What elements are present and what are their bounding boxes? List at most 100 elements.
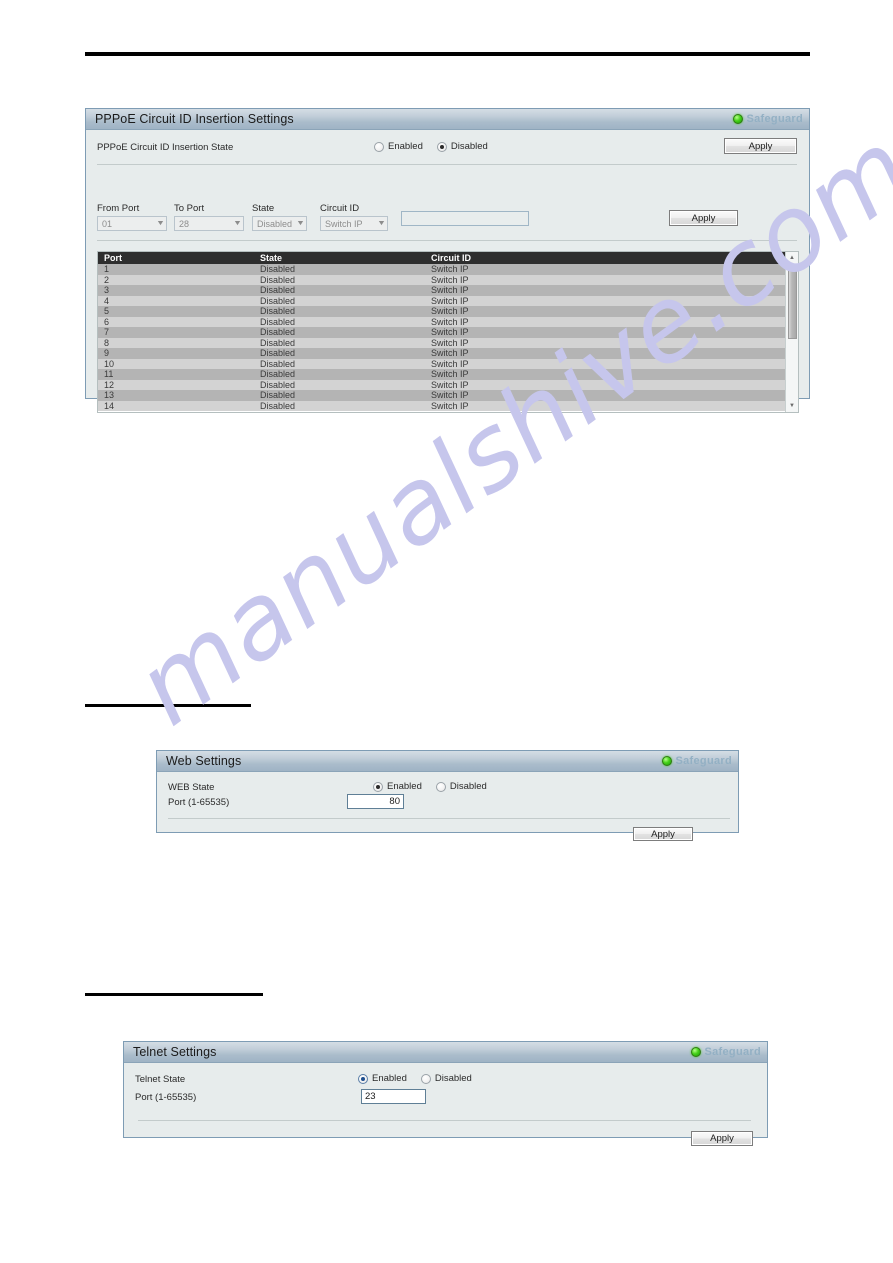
page-divider-middle bbox=[85, 704, 251, 707]
pppoe-divider-2 bbox=[97, 240, 797, 241]
web-state-radio-group[interactable]: Enabled Disabled bbox=[373, 781, 501, 792]
cell-circuit-id: Switch IP bbox=[425, 316, 798, 327]
cell-state: Disabled bbox=[254, 327, 425, 338]
cell-circuit-id: Switch IP bbox=[425, 337, 798, 348]
pppoe-circuit-id-field: Circuit ID Switch IP ▼ bbox=[320, 203, 388, 231]
pppoe-config-apply-button[interactable]: Apply bbox=[669, 210, 738, 226]
pppoe-state-value: Disabled bbox=[257, 218, 293, 229]
chevron-down-icon: ▼ bbox=[377, 220, 387, 227]
cell-port: 8 bbox=[98, 337, 254, 348]
cell-port: 5 bbox=[98, 306, 254, 317]
telnet-settings-panel: Telnet Settings Safeguard Telnet State E… bbox=[123, 1041, 768, 1146]
web-state-radio-disabled[interactable]: Disabled bbox=[435, 781, 487, 792]
web-state-enabled-label: Enabled bbox=[387, 781, 422, 792]
pppoe-to-port-label: To Port bbox=[174, 203, 205, 214]
table-row: 13 Disabled Switch IP bbox=[98, 390, 798, 401]
telnet-state-radio-group[interactable]: Enabled Disabled bbox=[358, 1073, 486, 1084]
web-port-input[interactable]: 80 bbox=[347, 794, 404, 809]
telnet-apply-button[interactable]: Apply bbox=[691, 1131, 753, 1146]
pppoe-circuit-id-input[interactable] bbox=[401, 211, 529, 226]
pppoe-state-apply-button[interactable]: Apply bbox=[724, 138, 797, 154]
cell-port: 11 bbox=[98, 369, 254, 380]
table-header-row: Port State Circuit ID bbox=[98, 252, 798, 264]
radio-enabled-icon[interactable] bbox=[373, 781, 383, 792]
safeguard-led-icon bbox=[732, 114, 743, 124]
cell-port: 6 bbox=[98, 316, 254, 327]
table-row: 14 Disabled Switch IP bbox=[98, 400, 798, 411]
table-row: 3 Disabled Switch IP bbox=[98, 285, 798, 296]
pppoe-state-disabled-label: Disabled bbox=[450, 141, 488, 152]
scroll-up-arrow-icon[interactable]: ▲ bbox=[786, 252, 798, 264]
table-row: 1 Disabled Switch IP bbox=[98, 264, 798, 275]
pppoe-from-port-field: From Port 01 ▼ bbox=[97, 203, 167, 231]
cell-port: 13 bbox=[98, 390, 254, 401]
cell-state: Disabled bbox=[254, 316, 425, 327]
pppoe-circuit-id-select[interactable]: Switch IP ▼ bbox=[320, 216, 388, 231]
pppoe-state-field: State Disabled ▼ bbox=[252, 203, 307, 231]
scroll-down-arrow-icon[interactable]: ▼ bbox=[786, 400, 798, 412]
telnet-state-enabled-label: Enabled bbox=[372, 1073, 407, 1084]
pppoe-divider-1 bbox=[97, 164, 797, 165]
pppoe-circuit-id-value: Switch IP bbox=[325, 218, 363, 229]
pppoe-state-radio-disabled[interactable]: Disabled bbox=[436, 141, 488, 152]
cell-port: 12 bbox=[98, 379, 254, 390]
safeguard-led-icon bbox=[690, 1047, 701, 1057]
cell-circuit-id: Switch IP bbox=[425, 379, 798, 390]
cell-state: Disabled bbox=[254, 358, 425, 369]
pppoe-state-select[interactable]: Disabled ▼ bbox=[252, 216, 307, 231]
column-header-circuit-id: Circuit ID bbox=[425, 252, 798, 264]
cell-port: 4 bbox=[98, 295, 254, 306]
web-state-disabled-label: Disabled bbox=[449, 781, 487, 792]
cell-state: Disabled bbox=[254, 306, 425, 317]
telnet-port-label: Port (1-65535) bbox=[135, 1092, 197, 1103]
radio-enabled-icon[interactable] bbox=[374, 141, 384, 152]
pppoe-to-port-field: To Port 28 ▼ bbox=[174, 203, 244, 231]
radio-enabled-icon[interactable] bbox=[358, 1073, 368, 1084]
pppoe-state-radio-enabled[interactable]: Enabled bbox=[374, 141, 423, 152]
panel-title-pppoe: PPPoE Circuit ID Insertion Settings bbox=[95, 111, 294, 126]
page-divider-top bbox=[85, 52, 810, 56]
telnet-port-input[interactable]: 23 bbox=[361, 1089, 426, 1104]
pppoe-to-port-select[interactable]: 28 ▼ bbox=[174, 216, 244, 231]
telnet-state-radio-enabled[interactable]: Enabled bbox=[358, 1073, 407, 1084]
cell-circuit-id: Switch IP bbox=[425, 327, 798, 338]
safeguard-label-telnet: Safeguard bbox=[704, 1046, 761, 1058]
radio-disabled-icon[interactable] bbox=[435, 781, 446, 792]
web-apply-button[interactable]: Apply bbox=[633, 827, 693, 841]
panel-header-web: Web Settings Safeguard bbox=[157, 750, 738, 772]
web-state-radio-enabled[interactable]: Enabled bbox=[373, 781, 422, 792]
pppoe-from-port-label: From Port bbox=[97, 203, 140, 214]
telnet-state-label: Telnet State bbox=[135, 1074, 186, 1085]
radio-disabled-icon[interactable] bbox=[436, 141, 447, 152]
pppoe-table-scrollbar[interactable]: ▲ ▼ bbox=[785, 252, 798, 412]
cell-circuit-id: Switch IP bbox=[425, 358, 798, 369]
cell-port: 14 bbox=[98, 400, 254, 411]
pppoe-state-radio-group[interactable]: Enabled Disabled bbox=[374, 141, 502, 152]
cell-port: 3 bbox=[98, 285, 254, 296]
pppoe-circuit-id-label: Circuit ID bbox=[320, 203, 360, 214]
pppoe-port-table: Port State Circuit ID 1 Disabled Switch IP… bbox=[98, 252, 798, 411]
table-row: 8 Disabled Switch IP bbox=[98, 337, 798, 348]
pppoe-circuit-id-insertion-settings-panel: PPPoE Circuit ID Insertion Settings Safe… bbox=[85, 108, 810, 413]
cell-circuit-id: Switch IP bbox=[425, 306, 798, 317]
telnet-state-disabled-label: Disabled bbox=[434, 1073, 472, 1084]
web-port-label: Port (1-65535) bbox=[168, 797, 230, 808]
panel-title-telnet: Telnet Settings bbox=[133, 1044, 217, 1059]
cell-state: Disabled bbox=[254, 264, 425, 275]
cell-state: Disabled bbox=[254, 369, 425, 380]
cell-circuit-id: Switch IP bbox=[425, 274, 798, 285]
telnet-state-radio-disabled[interactable]: Disabled bbox=[420, 1073, 472, 1084]
table-row: 9 Disabled Switch IP bbox=[98, 348, 798, 359]
cell-state: Disabled bbox=[254, 295, 425, 306]
panel-header-pppoe: PPPoE Circuit ID Insertion Settings Safe… bbox=[86, 108, 809, 130]
pppoe-from-port-value: 01 bbox=[102, 218, 113, 229]
pppoe-state-enabled-label: Enabled bbox=[388, 141, 423, 152]
cell-state: Disabled bbox=[254, 337, 425, 348]
table-row: 10 Disabled Switch IP bbox=[98, 358, 798, 369]
cell-port: 9 bbox=[98, 348, 254, 359]
web-settings-panel: Web Settings Safeguard WEB State Enabled… bbox=[156, 750, 739, 841]
radio-disabled-icon[interactable] bbox=[420, 1073, 431, 1084]
pppoe-from-port-select[interactable]: 01 ▼ bbox=[97, 216, 167, 231]
cell-state: Disabled bbox=[254, 348, 425, 359]
scrollbar-thumb[interactable] bbox=[788, 265, 797, 339]
